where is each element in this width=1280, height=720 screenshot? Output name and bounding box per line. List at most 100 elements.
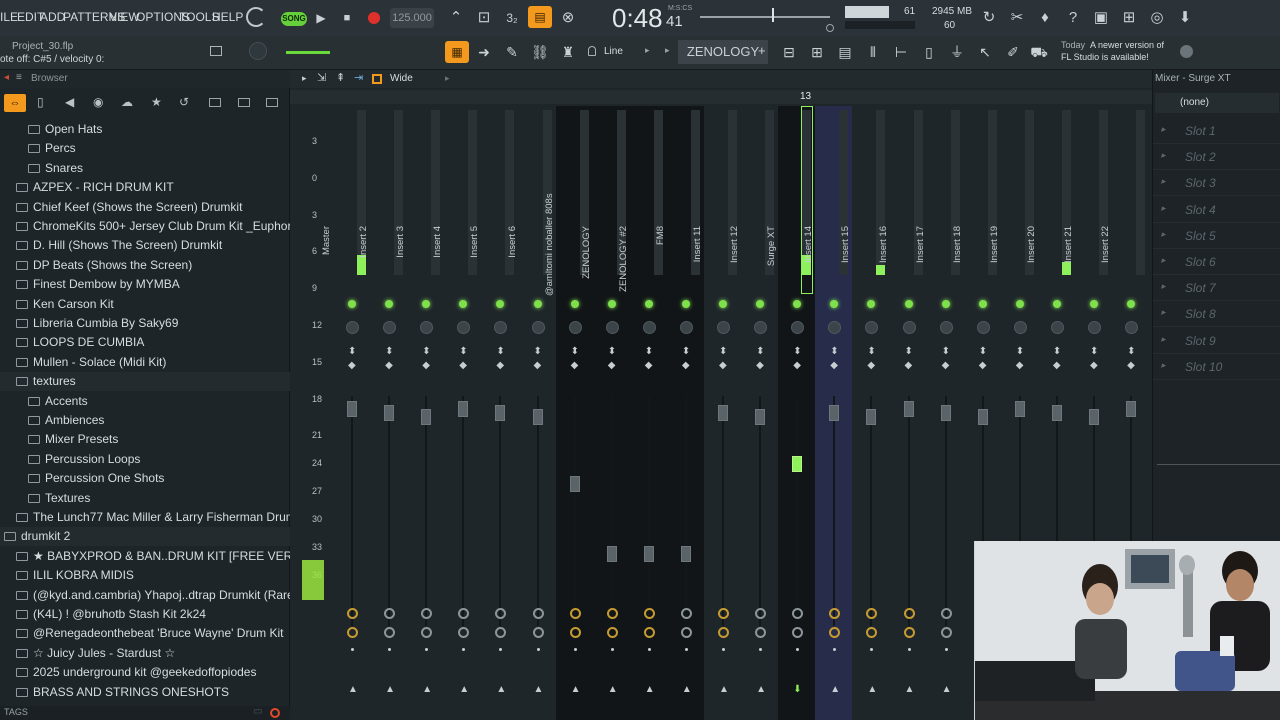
hierarchy-icon[interactable]: ⊢ [889, 41, 913, 63]
piano-icon[interactable] [210, 46, 222, 56]
volume-fader[interactable] [458, 401, 469, 417]
slot-expand-icon[interactable]: ▸ [1161, 150, 1166, 161]
volume-fader-track[interactable] [462, 396, 465, 626]
channel-rack-icon[interactable]: ⊟ [777, 41, 801, 63]
strip-enable-led[interactable] [570, 300, 579, 308]
record-button[interactable] [368, 12, 380, 24]
slot-expand-icon[interactable]: ▸ [1161, 281, 1166, 292]
cursor-icon[interactable]: ↖ [973, 41, 997, 63]
main-volume-slider[interactable] [286, 51, 330, 54]
mixer-strip[interactable]: Insert 2 ⬍ ◆ ▲ [358, 106, 407, 720]
send-level-knob[interactable] [458, 627, 470, 638]
volume-fader[interactable] [643, 546, 654, 562]
route-arrow-icon[interactable]: ▲ [719, 684, 729, 695]
browser-cloud-icon[interactable]: ☁ [121, 95, 133, 109]
stereo-separation-icon[interactable]: ⬍ [385, 346, 393, 357]
mixer-strip[interactable]: Insert 11 ⬍ ◆ ▲ [692, 106, 741, 720]
browser-item[interactable]: The Lunch77 Mac Miller & Larry Fisherman… [0, 508, 290, 527]
swap-icon[interactable]: ◆ [682, 360, 690, 371]
file-icon[interactable]: ▯ [917, 41, 941, 63]
swap-icon[interactable]: ◆ [459, 360, 467, 371]
menu-file[interactable]: ILE [0, 10, 18, 24]
snap-select[interactable]: Line [604, 46, 623, 57]
plugin-icon[interactable]: ⊞ [1117, 7, 1141, 29]
pan-knob[interactable] [494, 321, 508, 334]
browser-item[interactable]: Snares [0, 159, 290, 178]
volume-fader-track[interactable] [425, 396, 428, 626]
send-level-knob[interactable] [495, 627, 507, 638]
send-knob[interactable] [532, 608, 544, 619]
route-arrow-icon[interactable]: ▲ [756, 684, 766, 695]
volume-fader[interactable] [903, 401, 914, 417]
strip-enable-led[interactable] [756, 300, 765, 308]
volume-fader[interactable] [866, 409, 877, 425]
slot-expand-icon[interactable]: ▸ [1161, 203, 1166, 214]
strip-enable-led[interactable] [719, 300, 727, 308]
slot-expand-icon[interactable]: ▸ [1161, 229, 1166, 240]
volume-fader[interactable] [495, 405, 506, 421]
browser-item[interactable]: Ambiences [0, 411, 290, 430]
strip-enable-led[interactable] [422, 300, 431, 308]
stereo-separation-icon[interactable]: ⬍ [942, 346, 950, 357]
tag-search-icon[interactable] [270, 708, 280, 718]
pan-knob[interactable] [1125, 321, 1139, 334]
news-line1[interactable]: A newer version of [1090, 40, 1164, 50]
send-knob[interactable] [866, 608, 878, 619]
route-dot[interactable] [722, 648, 725, 651]
send-level-knob[interactable] [643, 627, 655, 638]
browser-item[interactable]: D. Hill (Shows The Screen) Drumkit [0, 236, 290, 255]
volume-fader[interactable] [792, 456, 803, 472]
route-arrow-icon[interactable]: ▲ [608, 684, 618, 695]
volume-fader[interactable] [940, 405, 951, 421]
pan-knob[interactable] [383, 321, 397, 334]
stereo-separation-icon[interactable]: ⬍ [719, 346, 727, 357]
current-preset-field[interactable]: ZENOLOGY [678, 40, 768, 64]
strip-enable-led[interactable] [1015, 300, 1024, 308]
link-icon[interactable]: ⛓ [528, 41, 552, 63]
mixer-strip[interactable]: Insert 5 ⬍ ◆ ▲ [469, 106, 518, 720]
browser-item[interactable]: textures [0, 372, 290, 392]
pan-knob[interactable] [457, 321, 471, 334]
route-dot[interactable] [573, 648, 577, 651]
send-knob[interactable] [718, 608, 729, 619]
stereo-separation-icon[interactable]: ⬍ [422, 346, 430, 357]
pan-knob[interactable] [939, 321, 953, 334]
strip-enable-led[interactable] [607, 300, 616, 308]
browser-item[interactable]: Percs [0, 139, 290, 158]
send-level-knob[interactable] [866, 627, 878, 638]
strip-enable-led[interactable] [348, 300, 356, 308]
pan-knob[interactable] [754, 321, 768, 334]
browser-item[interactable]: Mixer Presets [0, 430, 290, 449]
browser-item[interactable]: Chief Keef (Shows the Screen) Drumkit [0, 198, 290, 217]
volume-fader-track[interactable] [684, 396, 687, 626]
swap-icon[interactable]: ◆ [645, 360, 653, 371]
volume-fader-track[interactable] [833, 396, 836, 626]
pitch-knob[interactable] [826, 24, 834, 32]
effect-slot[interactable]: ▸ Slot 3 [1153, 170, 1280, 197]
pan-knob[interactable] [1050, 321, 1064, 334]
browser-speaker-icon[interactable]: ◀ [65, 95, 74, 109]
stereo-separation-icon[interactable]: ⬍ [1053, 346, 1061, 357]
stereo-separation-icon[interactable]: ⬍ [459, 346, 467, 357]
send-level-knob[interactable] [903, 627, 915, 638]
download-icon[interactable]: ⬇ [1173, 7, 1197, 29]
pan-knob[interactable] [717, 321, 730, 334]
route-dot[interactable] [944, 648, 948, 651]
route-dot[interactable] [536, 648, 540, 651]
stereo-separation-icon[interactable]: ⬍ [830, 346, 838, 357]
route-dot[interactable] [870, 648, 874, 651]
stereo-separation-icon[interactable]: ⬍ [496, 346, 504, 357]
swap-icon[interactable]: ◆ [1053, 360, 1061, 371]
send-level-knob[interactable] [680, 627, 692, 638]
effect-slot[interactable]: ▸ Slot 8 [1153, 301, 1280, 328]
browser-item[interactable]: Ken Carson Kit [0, 295, 290, 314]
browser-item[interactable]: BRASS AND STRINGS ONESHOTS [0, 683, 290, 702]
brush-icon[interactable]: ✐ [1001, 41, 1025, 63]
volume-fader[interactable] [718, 405, 728, 421]
browser-menu-icon[interactable]: ≡ [16, 72, 22, 83]
browser-item[interactable]: (K4L) ! @bruhotb Stash Kit 2k24 [0, 605, 290, 624]
help-icon[interactable]: ? [1061, 7, 1085, 29]
pan-knob[interactable] [828, 321, 842, 334]
stop-button[interactable]: ■ [335, 7, 359, 29]
browser-item[interactable]: drumkit 2 [0, 527, 290, 547]
